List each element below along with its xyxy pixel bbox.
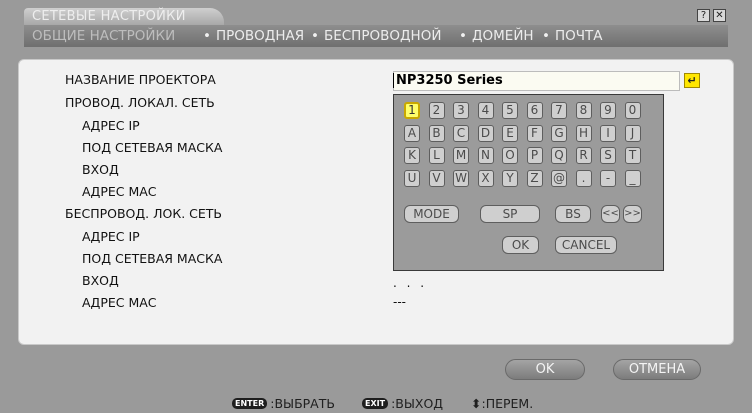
cancel-button[interactable]: ОТМЕНА xyxy=(613,359,701,380)
wireless-mac-value: --- xyxy=(393,295,406,309)
tab-label: ОБЩИЕ НАСТРОЙКИ xyxy=(32,28,176,44)
wired-subnet-label: ПОД СЕТЕВАЯ МАСКА xyxy=(82,140,223,155)
enter-icon[interactable]: ↵ xyxy=(684,73,700,88)
keyboard-key[interactable]: Z xyxy=(526,169,543,187)
tab-label: ДОМЕЙН xyxy=(471,28,534,44)
enter-hint-text: :ВЫБРАТЬ xyxy=(270,396,335,411)
keyboard-key[interactable]: S xyxy=(600,147,616,164)
software-keyboard: 1 2 3 4 5 6 7 8 9 0 A B C D E F G H I J K L M N O P Q R S T U V W X Y Z @. - _… xyxy=(393,94,664,271)
tab-label: ПОЧТА xyxy=(554,28,603,44)
keyboard-key[interactable]: X xyxy=(477,169,494,187)
keyboard-cancel-key[interactable]: CANCEL xyxy=(555,236,617,254)
wireless-gateway-value: . . . xyxy=(393,276,428,290)
updown-arrow-icon: ⬍ xyxy=(471,396,482,411)
keyboard-key[interactable]: 0 xyxy=(624,102,641,119)
footer-hints: ENTER:ВЫБРАТЬ EXIT:ВЫХОД ⬍:ПЕРЕМ. xyxy=(0,395,752,413)
keyboard-key[interactable]: 5 xyxy=(502,102,518,119)
cursor-right-key[interactable]: >> xyxy=(623,205,642,223)
wireless-gateway-label: ВХОД xyxy=(82,273,119,288)
wired-ip-label: АДРЕС IP xyxy=(82,118,140,133)
footer-exit-hint: EXIT:ВЫХОД xyxy=(362,395,443,413)
tab-separator: • xyxy=(203,28,211,44)
tab-mail[interactable]: • ПОЧТА xyxy=(542,25,602,47)
keyboard-key[interactable]: P xyxy=(526,147,543,164)
keyboard-key[interactable]: H xyxy=(575,124,592,142)
tab-general-settings[interactable]: ОБЩИЕ НАСТРОЙКИ xyxy=(32,25,175,47)
help-icon[interactable]: ? xyxy=(697,9,710,22)
keyboard-key[interactable]: C xyxy=(453,124,469,142)
wired-gateway-label: ВХОД xyxy=(82,162,119,177)
text-cursor xyxy=(393,73,394,88)
keyboard-key[interactable]: G xyxy=(551,124,567,142)
keyboard-key[interactable]: - xyxy=(600,169,616,187)
keyboard-key[interactable]: T xyxy=(624,147,641,164)
space-key[interactable]: SP xyxy=(480,205,540,223)
projector-name-input[interactable]: NP3250 Series xyxy=(393,71,680,91)
keyboard-key[interactable]: O xyxy=(502,147,518,164)
keyboard-key[interactable]: J xyxy=(624,124,641,142)
keyboard-key[interactable]: 4 xyxy=(477,102,494,119)
tab-wired[interactable]: • ПРОВОДНАЯ xyxy=(203,25,304,47)
keyboard-key[interactable]: 9 xyxy=(600,102,616,119)
keyboard-key[interactable]: Q xyxy=(551,147,567,164)
tab-separator: • xyxy=(311,28,319,44)
enter-key-icon: ENTER xyxy=(232,398,268,409)
wireless-mac-label: АДРЕС МАС xyxy=(82,295,157,310)
cursor-left-key[interactable]: << xyxy=(601,205,620,223)
keyboard-key[interactable]: M xyxy=(453,147,469,164)
keyboard-key[interactable]: 8 xyxy=(575,102,592,119)
keyboard-key[interactable]: 7 xyxy=(551,102,567,119)
keyboard-key[interactable]: 1 xyxy=(404,102,420,119)
keyboard-key[interactable]: L xyxy=(428,147,445,164)
keyboard-key[interactable]: U xyxy=(404,169,420,187)
keyboard-key[interactable]: W xyxy=(453,169,469,187)
keyboard-key[interactable]: B xyxy=(428,124,445,142)
keyboard-key[interactable]: 3 xyxy=(453,102,469,119)
wireless-ip-label: АДРЕС IP xyxy=(82,229,140,244)
keyboard-ok-key[interactable]: OK xyxy=(502,236,539,254)
keyboard-key[interactable]: 2 xyxy=(428,102,445,119)
keyboard-key[interactable]: Y xyxy=(502,169,518,187)
keyboard-key[interactable]: 6 xyxy=(526,102,543,119)
wired-mac-label: АДРЕС МАС xyxy=(82,184,157,199)
footer-nav-hint: ⬍:ПЕРЕМ. xyxy=(471,395,533,413)
projector-name-label: НАЗВАНИЕ ПРОЕКТОРА xyxy=(65,72,216,87)
wireless-subnet-label: ПОД СЕТЕВАЯ МАСКА xyxy=(82,251,223,266)
keyboard-key[interactable]: I xyxy=(600,124,616,142)
keyboard-key[interactable]: N xyxy=(477,147,494,164)
keyboard-key[interactable]: A xyxy=(404,124,420,142)
tab-domain[interactable]: • ДОМЕЙН xyxy=(459,25,534,47)
keyboard-key[interactable]: @ xyxy=(551,169,567,187)
tab-separator: • xyxy=(459,28,467,44)
keyboard-key[interactable]: E xyxy=(502,124,518,142)
keyboard-key[interactable]: K xyxy=(404,147,420,164)
keyboard-key[interactable]: R xyxy=(575,147,592,164)
mode-key[interactable]: MODE xyxy=(404,205,459,223)
keyboard-key[interactable]: D xyxy=(477,124,494,142)
exit-hint-text: :ВЫХОД xyxy=(391,396,444,411)
exit-key-icon: EXIT xyxy=(362,398,389,409)
wireless-lan-label: БЕСПРОВОД. ЛОК. СЕТЬ xyxy=(65,206,223,221)
keyboard-key[interactable]: _ xyxy=(624,169,641,187)
backspace-key[interactable]: BS xyxy=(555,205,591,223)
close-icon[interactable]: ✕ xyxy=(713,9,726,22)
wired-lan-label: ПРОВОД. ЛОКАЛ. СЕТЬ xyxy=(65,95,215,110)
tab-separator: • xyxy=(542,28,550,44)
tab-label: ПРОВОДНАЯ xyxy=(215,28,305,44)
keyboard-key[interactable]: V xyxy=(428,169,445,187)
footer-enter-hint: ENTER:ВЫБРАТЬ xyxy=(232,395,335,413)
nav-hint-text: :ПЕРЕМ. xyxy=(481,396,534,411)
window-title: СЕТЕВЫЕ НАСТРОЙКИ xyxy=(24,8,224,25)
tab-label: БЕСПРОВОДНОЙ xyxy=(323,28,442,44)
tab-wireless[interactable]: • БЕСПРОВОДНОЙ xyxy=(311,25,441,47)
ok-button[interactable]: OK xyxy=(505,359,585,380)
keyboard-key[interactable]: F xyxy=(526,124,543,142)
keyboard-key[interactable]: . xyxy=(575,169,592,187)
